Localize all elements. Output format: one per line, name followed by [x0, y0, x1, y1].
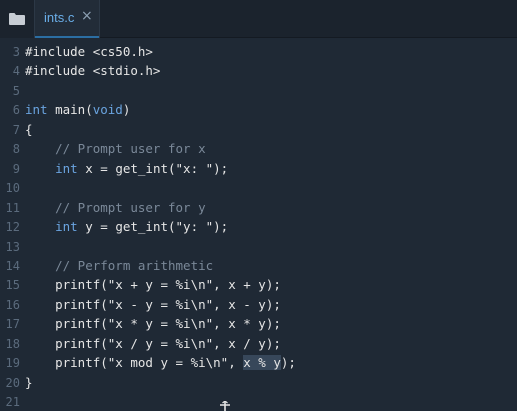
- code-text: printf("x mod y = %i\n", x % y);: [25, 353, 296, 373]
- line-number: 16: [5, 297, 20, 312]
- code-text: #include <cs50.h>: [25, 42, 153, 62]
- code-line[interactable]: 3 #include <cs50.h>: [0, 42, 517, 62]
- code-text: int x = get_int("x: ");: [25, 159, 228, 179]
- line-number: 10: [5, 181, 20, 196]
- code-editor[interactable]: 3 #include <cs50.h> 4 #include <stdio.h> 5 6 i…: [0, 38, 517, 411]
- code-line[interactable]: 16 printf("x - y = %i\n", x - y);: [0, 295, 517, 315]
- code-token: printf("x * y = %i\n", x * y);: [25, 316, 281, 332]
- code-token: );: [280, 355, 296, 371]
- code-text: printf("x * y = %i\n", x * y);: [25, 314, 281, 334]
- keyword-token: int: [25, 102, 48, 118]
- line-number: 15: [5, 278, 20, 293]
- code-token: ): [122, 102, 131, 118]
- mouse-cursor-icon: [220, 401, 230, 411]
- keyword-token: void: [92, 102, 123, 118]
- keyword-token: int: [55, 160, 78, 176]
- close-icon[interactable]: ×: [81, 8, 93, 24]
- code-token: #include <stdio.h>: [25, 63, 161, 79]
- code-line[interactable]: 7{: [0, 120, 517, 140]
- comment-token: // Perform arithmetic: [25, 257, 214, 273]
- code-token: main(: [47, 102, 93, 118]
- line-number: 6: [12, 103, 20, 118]
- code-line[interactable]: 19 printf("x mod y = %i\n", x % y);: [0, 353, 517, 373]
- code-line[interactable]: 20}: [0, 373, 517, 393]
- line-number: 14: [5, 258, 20, 273]
- code-line[interactable]: 21: [0, 392, 517, 411]
- line-number: 7: [12, 122, 20, 137]
- tab-label: ints.c: [44, 10, 75, 25]
- code-text: int y = get_int("y: ");: [25, 217, 228, 237]
- code-line[interactable]: 10: [0, 178, 517, 198]
- line-number: 8: [12, 142, 20, 157]
- comment-token: // Prompt user for y: [25, 199, 206, 215]
- code-text: int main(void): [25, 100, 130, 120]
- code-token: }: [25, 374, 33, 390]
- code-line[interactable]: 15 printf("x + y = %i\n", x + y);: [0, 275, 517, 295]
- code-text: {: [25, 120, 33, 140]
- code-token: #include <cs50.h>: [25, 44, 153, 59]
- code-token: printf("x mod y = %i\n",: [25, 355, 244, 371]
- selected-text: x % y: [243, 355, 281, 371]
- line-number: 19: [5, 356, 20, 371]
- code-token: printf("x / y = %i\n", x / y);: [25, 335, 281, 351]
- comment-token: // Prompt user for x: [25, 141, 206, 157]
- line-number: 11: [5, 200, 20, 215]
- code-text: }: [25, 373, 33, 393]
- code-line[interactable]: 18 printf("x / y = %i\n", x / y);: [0, 334, 517, 354]
- line-number: 3: [12, 45, 20, 59]
- code-line[interactable]: 13: [0, 237, 517, 257]
- code-text: // Prompt user for y: [25, 198, 206, 218]
- code-line[interactable]: 17 printf("x * y = %i\n", x * y);: [0, 314, 517, 334]
- code-text: printf("x + y = %i\n", x + y);: [25, 275, 281, 295]
- line-number: 20: [5, 375, 20, 390]
- code-token: printf("x + y = %i\n", x + y);: [25, 277, 281, 293]
- code-text: // Perform arithmetic: [25, 256, 213, 276]
- code-text: printf("x - y = %i\n", x - y);: [25, 295, 281, 315]
- code-token: y = get_int("y: ");: [77, 219, 229, 235]
- code-token: x = get_int("x: ");: [77, 160, 229, 176]
- code-line[interactable]: 11 // Prompt user for y: [0, 198, 517, 218]
- line-number: 21: [5, 395, 20, 410]
- line-number: 18: [5, 336, 20, 351]
- code-token: {: [25, 121, 33, 137]
- code-token: printf("x - y = %i\n", x - y);: [25, 296, 281, 312]
- code-text: printf("x / y = %i\n", x / y);: [25, 334, 281, 354]
- tab-bar: ints.c ×: [0, 0, 517, 38]
- line-number: 5: [12, 83, 20, 98]
- code-line[interactable]: 14 // Perform arithmetic: [0, 256, 517, 276]
- code-line[interactable]: 4 #include <stdio.h>: [0, 61, 517, 81]
- line-number: 12: [5, 220, 20, 235]
- tab-ints-c[interactable]: ints.c ×: [34, 0, 100, 38]
- code-text: #include <stdio.h>: [25, 61, 160, 81]
- code-line[interactable]: 9 int x = get_int("x: ");: [0, 159, 517, 179]
- line-number: 13: [5, 239, 20, 254]
- code-text: // Prompt user for x: [25, 139, 206, 159]
- code-line[interactable]: 5: [0, 81, 517, 101]
- code-line[interactable]: 8 // Prompt user for x: [0, 139, 517, 159]
- line-number: 9: [12, 161, 20, 176]
- line-number: 17: [5, 317, 20, 332]
- code-line[interactable]: 12 int y = get_int("y: ");: [0, 217, 517, 237]
- keyword-token: int: [55, 219, 78, 235]
- folder-icon[interactable]: [0, 0, 34, 38]
- code-line[interactable]: 6 int main(void): [0, 100, 517, 120]
- line-number: 4: [12, 64, 20, 79]
